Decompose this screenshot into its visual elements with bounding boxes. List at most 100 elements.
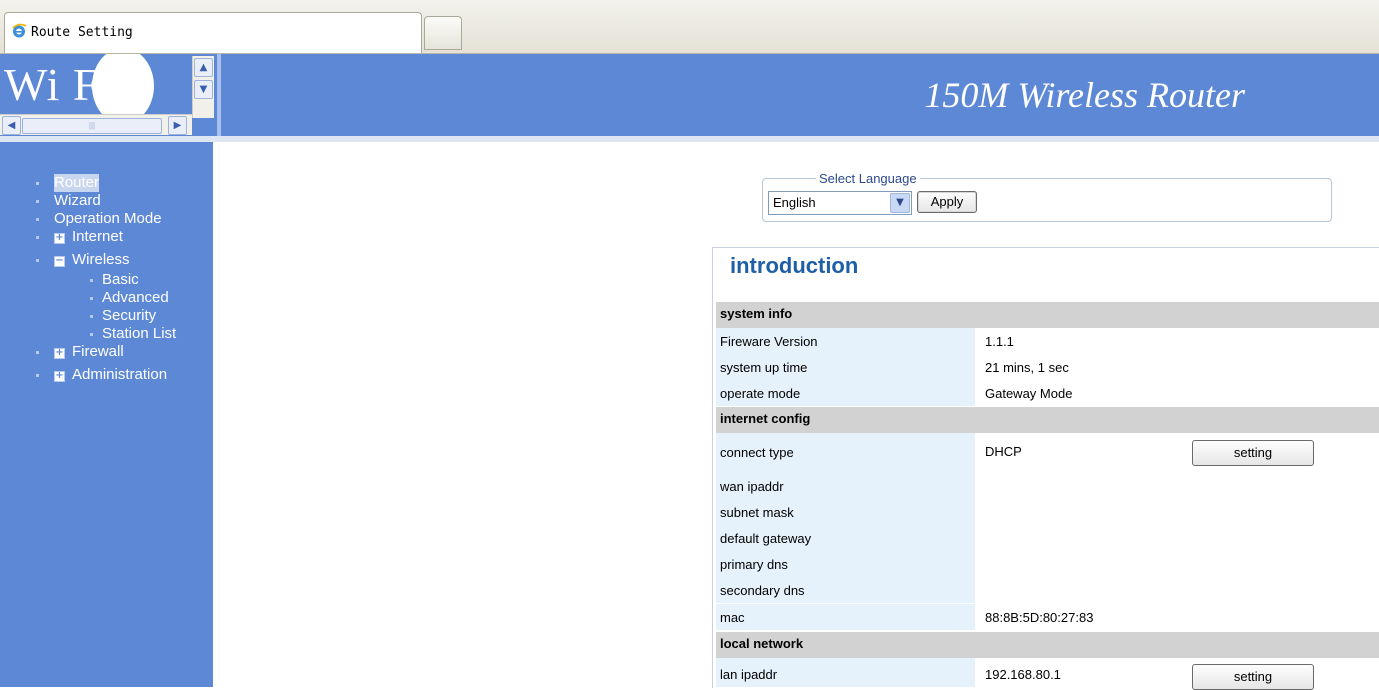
introduction-title: introduction [730,253,859,278]
page-header: Wi Fi ▲ ▼ ◀ ||| ▶ 150M Wireless Router [0,54,1379,142]
bullet-icon [90,333,93,336]
row-label: wan ipaddr [720,479,784,494]
header-banner: 150M Wireless Router [217,54,1379,136]
row-value: 192.168.80.1 [985,667,1061,682]
row-label: lan ipaddr [720,667,778,682]
label-cell: lan ipaddr [716,658,975,687]
sidebar-item-internet[interactable]: + Internet [0,228,213,246]
row-label: connect type [720,445,794,460]
label-cell: subnet mask [716,499,975,525]
section-title: local network [720,636,804,651]
bullet-icon [36,351,39,354]
table-row: system up time 21 mins, 1 sec [716,354,1379,380]
sidebar-item-wireless[interactable]: − Wireless [0,251,213,269]
sidebar-item-label[interactable]: Firewall [72,343,124,361]
sidebar: Router Wizard Operation Mode + Internet … [0,142,213,687]
table-row: subnet mask [716,499,1379,525]
sidebar-item-label[interactable]: Internet [72,228,123,246]
sidebar-item-firewall[interactable]: + Firewall [0,343,213,361]
bullet-icon [36,374,39,377]
collapse-minus-icon[interactable]: − [54,256,65,267]
scroll-right-icon[interactable]: ▶ [168,116,187,135]
apply-button[interactable]: Apply [917,191,977,213]
row-label: mac [720,610,745,625]
table-row: operate mode Gateway Mode [716,380,1379,406]
sidebar-item-router[interactable]: Router [0,174,213,192]
lan-setting-button[interactable]: setting [1192,664,1314,690]
bullet-icon [36,200,39,203]
language-legend: Select Language [816,171,920,186]
scroll-up-icon[interactable]: ▲ [194,58,213,77]
expand-plus-icon[interactable]: + [54,371,65,382]
label-cell: secondary dns [716,577,975,603]
row-value: DHCP [985,444,1022,459]
bullet-icon [36,236,39,239]
internet-setting-button[interactable]: setting [1192,440,1314,466]
label-cell: connect type [716,433,975,473]
sidebar-item-wizard[interactable]: Wizard [0,192,213,210]
language-select[interactable]: English ▼ [768,191,912,215]
table-row: Fireware Version 1.1.1 [716,328,1379,354]
label-cell: Fireware Version [716,328,975,354]
bullet-icon [90,297,93,300]
browser-tab-route-setting[interactable]: Route Setting [4,12,422,53]
table-row: primary dns [716,551,1379,577]
new-tab-button[interactable] [424,16,462,50]
sidebar-item-operation-mode[interactable]: Operation Mode [0,210,213,228]
sidebar-item-basic[interactable]: Basic [0,271,213,289]
section-header-internet-config: internet config [716,407,1379,433]
expand-plus-icon[interactable]: + [54,233,65,244]
ie-browser-icon [12,23,27,38]
scroll-left-icon[interactable]: ◀ [2,116,21,135]
wifi-logo: Wi Fi [4,59,114,110]
table-row: default gateway [716,525,1379,551]
logo-horizontal-scrollbar[interactable]: ◀ ||| ▶ [0,114,192,135]
sidebar-item-label[interactable]: Wizard [54,192,101,210]
bullet-icon [90,279,93,282]
sidebar-item-advanced[interactable]: Advanced [0,289,213,307]
row-value: 1.1.1 [985,334,1014,349]
row-label: Fireware Version [720,334,818,349]
bullet-icon [36,182,39,185]
chevron-down-icon[interactable]: ▼ [890,193,910,213]
row-label: primary dns [720,557,788,572]
row-label: system up time [720,360,808,375]
label-cell: primary dns [716,551,975,577]
sidebar-item-label[interactable]: Wireless [72,251,130,269]
row-value: 21 mins, 1 sec [985,360,1069,375]
row-label: operate mode [720,386,801,401]
expand-plus-icon[interactable]: + [54,348,65,359]
sidebar-item-station-list[interactable]: Station List [0,325,213,343]
sidebar-item-administration[interactable]: + Administration [0,366,213,384]
section-title: internet config [720,411,811,426]
language-selected-value: English [773,195,816,210]
browser-tab-title: Route Setting [31,25,133,40]
page-title: 150M Wireless Router [924,75,1245,115]
sidebar-item-label[interactable]: Advanced [102,289,169,307]
scroll-down-icon[interactable]: ▼ [194,80,213,99]
row-label: subnet mask [720,505,794,520]
sidebar-item-label[interactable]: Administration [72,366,167,384]
sidebar-item-label[interactable]: Station List [102,325,176,343]
bullet-icon [36,259,39,262]
table-row: mac 88:8B:5D:80:27:83 [716,604,1379,630]
scroll-thumb[interactable]: ||| [22,118,162,134]
sidebar-item-security[interactable]: Security [0,307,213,325]
table-row: wan ipaddr [716,473,1379,499]
row-value: Gateway Mode [985,386,1073,401]
bullet-icon [36,218,39,221]
row-label: secondary dns [720,583,805,598]
label-cell: system up time [716,354,975,380]
sidebar-item-label[interactable]: Security [102,307,156,325]
section-title: system info [720,306,793,321]
row-label: default gateway [720,531,812,546]
logo-frame: Wi Fi ▲ ▼ ◀ ||| ▶ [0,54,217,136]
row-value: 88:8B:5D:80:27:83 [985,610,1094,625]
sidebar-nav: Router Wizard Operation Mode + Internet … [0,174,213,383]
sidebar-item-label[interactable]: Basic [102,271,139,289]
sidebar-item-label[interactable]: Router [54,174,100,192]
logo-vertical-scrollbar[interactable]: ▲ ▼ [192,56,214,118]
browser-tab-bar: Route Setting [0,0,1379,54]
sidebar-item-label[interactable]: Operation Mode [54,210,162,228]
section-header-system-info: system info [716,302,1379,328]
